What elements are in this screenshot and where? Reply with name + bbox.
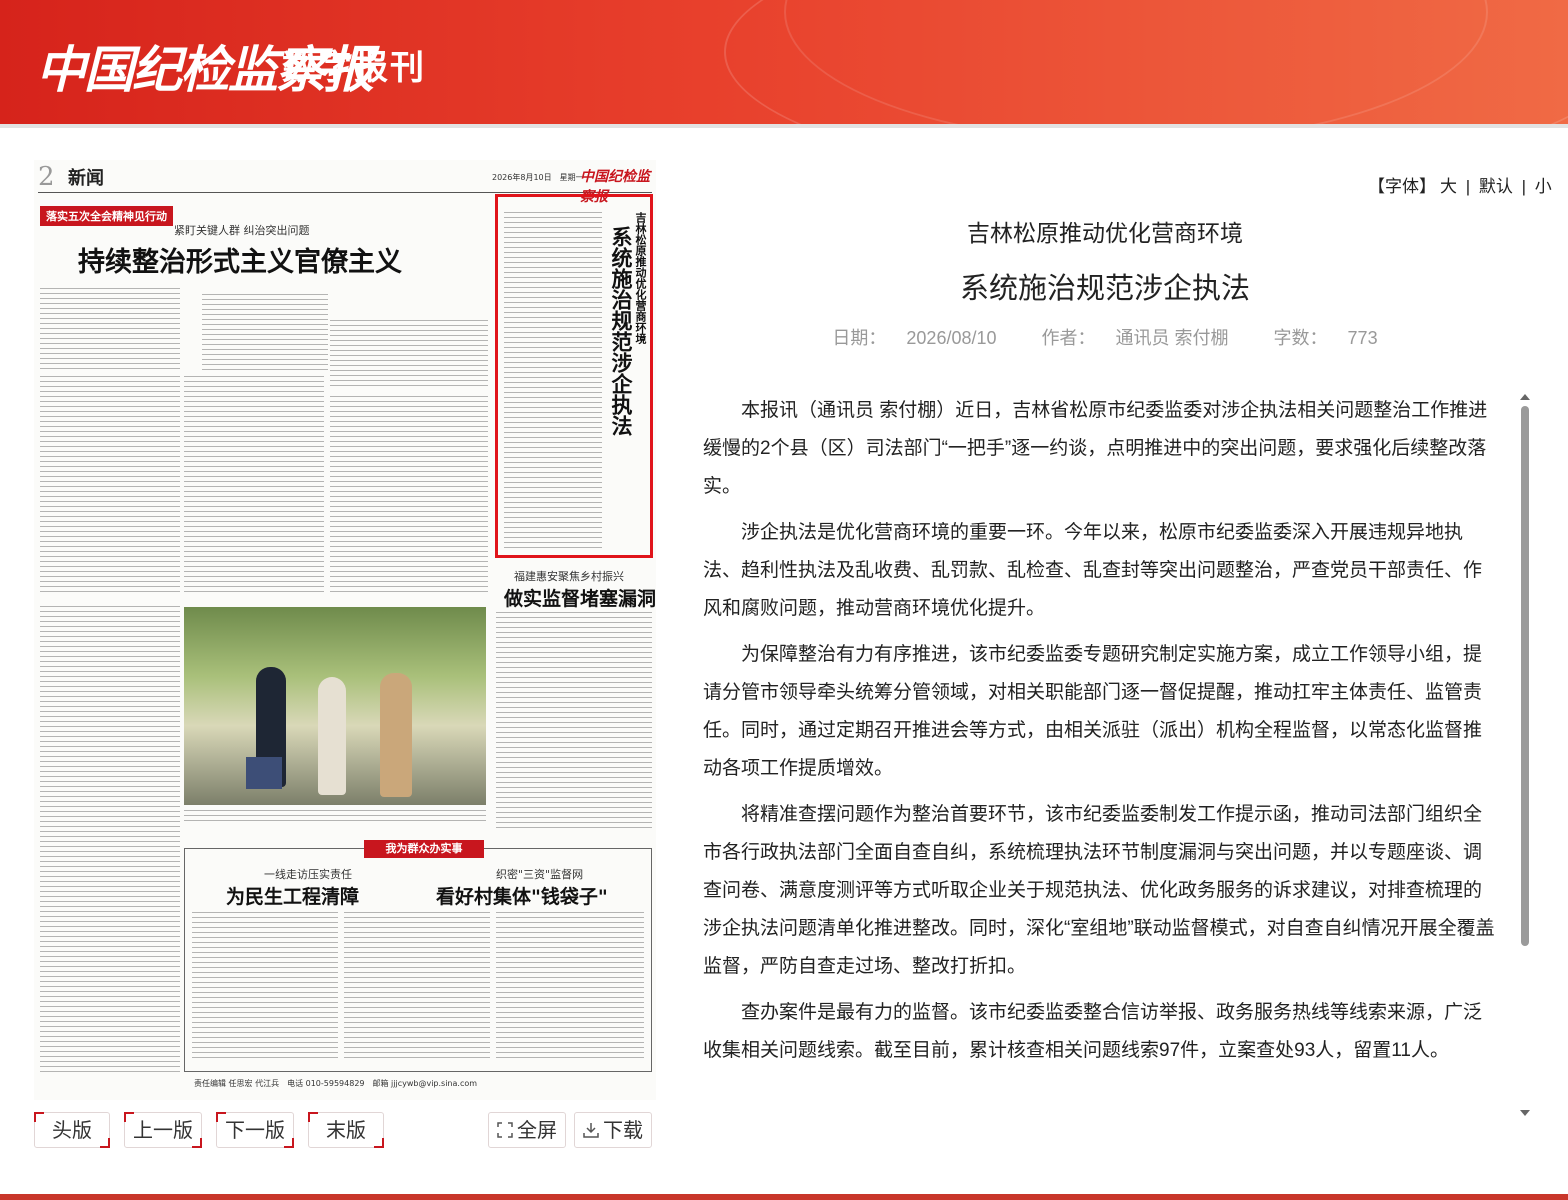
fullscreen-button[interactable]: 全屏 [488, 1112, 566, 1148]
corner-mark [284, 1138, 294, 1148]
article-text-block [330, 396, 488, 596]
fullscreen-label: 全屏 [517, 1120, 557, 1142]
font-small-link[interactable]: 小 [1535, 177, 1552, 196]
last-page-label: 末版 [326, 1120, 366, 1142]
article-meta: 日期： 2026/08/10 作者： 通讯员 索付棚 字数： 773 [700, 324, 1510, 350]
box-left-headline[interactable]: 为民生工程清障 [226, 882, 359, 909]
page-date: 2026年8月10日 星期一 [492, 173, 584, 182]
article-supertitle: 吉林松原推动优化营商环境 [967, 220, 1243, 246]
lead-headline[interactable]: 持续整治形式主义官僚主义 [78, 240, 402, 279]
article-text-block [344, 912, 490, 1062]
article-text-block [504, 212, 602, 548]
next-page-label: 下一版 [225, 1120, 285, 1142]
photo-bag [246, 757, 282, 789]
article-text-block [192, 912, 338, 1062]
font-label: 【字体】 [1368, 177, 1436, 196]
wordcount-value: 773 [1347, 328, 1378, 348]
article-paragraph: 查办案件是最有力的监督。该市纪委监委整合信访举报、政务服务热线等线索来源，广泛收… [703, 1002, 1483, 1061]
font-large-link[interactable]: 大 [1440, 177, 1457, 196]
wordcount-meta: 字数： 773 [1264, 328, 1388, 348]
boxed-section-banner: 我为群众办实事 [364, 840, 484, 858]
author-meta: 作者： 通讯员 索付棚 [1032, 328, 1239, 348]
prev-page-button[interactable]: 上一版 [124, 1112, 202, 1148]
article-text-block [184, 376, 324, 596]
newspaper-page-image[interactable]: 2 新闻 2026年8月10日 星期一 中国纪检监察报 落实五次全会精神见行动 … [34, 160, 656, 1100]
download-label: 下载 [603, 1120, 643, 1142]
box-right-headline[interactable]: 看好村集体"钱袋子" [436, 882, 608, 909]
separator: | [1521, 177, 1527, 196]
page-footer: 责任编辑 任思宏 代江兵 电话 010-59594829 邮箱 jjjcywb@… [194, 1079, 478, 1088]
prev-page-label: 上一版 [133, 1120, 193, 1142]
font-default-link[interactable]: 默认 [1479, 177, 1513, 196]
date-meta: 日期： 2026/08/10 [822, 328, 1006, 348]
download-icon [583, 1114, 599, 1150]
last-page-button[interactable]: 末版 [308, 1112, 384, 1148]
article-paragraph: 将精准查摆问题作为整治首要环节，该市纪委监委制发工作提示函，推动司法部门组织全市… [703, 804, 1495, 977]
article-text-block [40, 376, 180, 596]
download-button[interactable]: 下载 [574, 1112, 652, 1148]
wordcount-label: 字数： [1273, 328, 1328, 348]
highlight-title: 系统施治规范涉企执法 [609, 226, 634, 436]
fullscreen-icon [497, 1114, 513, 1150]
article-title: 系统施治规范涉企执法 [959, 273, 1250, 305]
separator: | [1465, 177, 1471, 196]
next-page-button[interactable]: 下一版 [216, 1112, 294, 1148]
photo-figure [318, 677, 346, 795]
article-text-block [330, 320, 488, 390]
article-scrollbar[interactable] [1518, 392, 1532, 1120]
header-divider [0, 124, 1568, 128]
corner-mark [192, 1138, 202, 1148]
author-value: 通讯员 索付棚 [1115, 328, 1229, 348]
corner-mark [100, 1138, 110, 1148]
box-left-kicker: 一线走访压实责任 [264, 868, 352, 881]
corner-mark [34, 1112, 44, 1122]
corner-mark [308, 1112, 318, 1122]
first-page-button[interactable]: 头版 [34, 1112, 110, 1148]
site-header: 中国纪检监察报 数字报刊 [0, 0, 1568, 124]
section-tag: 落实五次全会精神见行动 [40, 206, 173, 226]
date-label: 日期： [832, 328, 887, 348]
article-paragraph: 为保障整治有力有序推进，该市纪委监委专题研究制定实施方案，成立工作领导小组，提请… [703, 644, 1483, 779]
article-text-block [496, 612, 652, 832]
box-right-kicker: 织密"三资"监督网 [496, 868, 584, 881]
right-kicker: 福建惠安聚焦乡村振兴 [514, 570, 624, 583]
news-photo [184, 607, 486, 805]
footer-rule [0, 1194, 1568, 1200]
article-text-block [202, 294, 328, 372]
article-paragraph: 本报讯（通讯员 索付棚）近日，吉林省松原市纪委监委对涉企执法相关问题整治工作推进… [703, 400, 1488, 497]
right-headline[interactable]: 做实监督堵塞漏洞 [504, 584, 656, 611]
article-paragraph: 涉企执法是优化营商环境的重要一环。今年以来，松原市纪委监委深入开展违规异地执法、… [703, 522, 1483, 619]
photo-figure [380, 673, 412, 797]
author-label: 作者： [1041, 328, 1096, 348]
page-number: 2 [38, 162, 55, 192]
header-decoration [784, 0, 1488, 124]
scroll-up-arrow-icon[interactable] [1520, 394, 1530, 400]
corner-mark [216, 1112, 226, 1122]
page-section: 新闻 [68, 168, 104, 189]
photo-caption [184, 810, 486, 824]
date-value: 2026/08/10 [906, 328, 997, 348]
corner-mark [124, 1112, 134, 1122]
corner-mark [374, 1138, 384, 1148]
scroll-down-arrow-icon[interactable] [1520, 1110, 1530, 1116]
font-size-controls: 【字体】大 | 默认 | 小 [1366, 172, 1554, 197]
article-text-block [40, 606, 180, 1076]
scrollbar-thumb[interactable] [1521, 406, 1529, 946]
article-text-block [496, 912, 644, 1062]
article-text-block [40, 288, 180, 372]
lead-kicker: 紧盯关键人群 纠治突出问题 [174, 224, 310, 237]
article-body[interactable]: 本报讯（通讯员 索付棚）近日，吉林省松原市纪委监委对涉企执法相关问题整治工作推进… [703, 392, 1495, 1114]
first-page-label: 头版 [52, 1120, 92, 1142]
site-subtitle: 数字报刊 [282, 48, 426, 88]
